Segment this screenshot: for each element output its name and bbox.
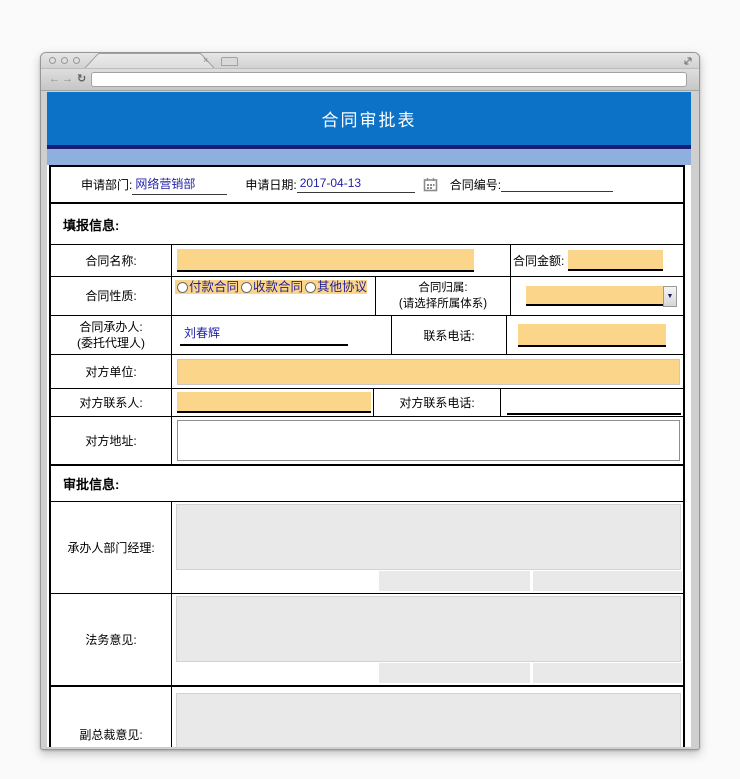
contract-name-input[interactable]	[177, 249, 474, 272]
browser-tab[interactable]	[83, 53, 218, 68]
apply-date-label: 申请日期:	[245, 176, 296, 193]
contract-belong-select-cell: ▼	[511, 277, 683, 315]
contract-name-cell	[172, 245, 511, 276]
browser-content: 合同审批表 申请部门: 网络营销部 申请日期: 2017-04-13	[41, 92, 699, 749]
party-contact-input[interactable]	[177, 392, 371, 413]
browser-toolbar: ← → ↻	[41, 69, 699, 91]
contract-nature-options-cell: 付款合同收款合同其他协议	[172, 277, 376, 315]
handler-row: 合同承办人: (委托代理人) 刘春辉 联系电话:	[51, 316, 683, 355]
vp-opinion-label: 副总裁意见:	[51, 687, 172, 747]
vp-opinion-cell	[172, 687, 683, 747]
radio-pay-contract-label: 付款合同	[189, 280, 239, 294]
close-window-icon[interactable]	[49, 57, 56, 64]
contract-no-value[interactable]	[501, 178, 613, 192]
party-address-cell	[172, 417, 683, 464]
legal-opinion-row: 法务意见:	[51, 594, 683, 687]
browser-window: × ← → ↻ 合同审批表 申请部门: 网络营销部 申请日期:	[40, 52, 700, 750]
party-phone-input[interactable]	[507, 413, 681, 415]
handler-label-cell: 合同承办人: (委托代理人)	[51, 316, 172, 354]
party-unit-row: 对方单位:	[51, 355, 683, 389]
legal-date-field[interactable]	[533, 663, 682, 683]
contract-belong-cell: 合同归属: (请选择所属体系)	[376, 277, 511, 315]
section-fill-info-label: 填报信息:	[63, 215, 119, 234]
contract-nature-row: 合同性质: 付款合同收款合同其他协议 合同归属: (请选择所属体系) ▼	[51, 277, 683, 316]
legal-comment-area[interactable]	[176, 596, 681, 662]
party-phone-label-cell: 对方联系电话:	[374, 389, 501, 416]
page-title: 合同审批表	[322, 106, 417, 131]
contract-nature-label: 合同性质:	[51, 277, 172, 315]
contract-belong-label: 合同归属:	[418, 280, 467, 296]
window-resize-icon[interactable]	[682, 55, 694, 67]
header-subband	[47, 149, 691, 165]
radio-other-agreement[interactable]	[305, 282, 316, 293]
contract-amount-input[interactable]	[568, 250, 663, 271]
back-icon[interactable]: ←	[49, 72, 60, 86]
party-unit-cell	[172, 355, 683, 388]
calendar-icon[interactable]	[423, 177, 438, 192]
contract-no-label: 合同编号:	[450, 176, 501, 193]
dept-manager-comment-area[interactable]	[176, 504, 681, 570]
party-contact-cell	[172, 389, 374, 416]
dept-manager-cell	[172, 502, 683, 593]
legal-sign-field[interactable]	[379, 663, 530, 683]
phone-input-cell	[507, 316, 683, 354]
party-address-label: 对方地址:	[51, 417, 172, 464]
party-contact-label: 对方联系人:	[51, 389, 172, 416]
handler-value[interactable]: 刘春辉	[180, 324, 348, 346]
radio-other-agreement-label: 其他协议	[317, 280, 367, 294]
contract-belong-hint: (请选择所属体系)	[399, 296, 487, 312]
radio-receive-contract[interactable]	[241, 282, 252, 293]
handler-value-cell: 刘春辉	[172, 316, 392, 354]
vp-comment-area[interactable]	[176, 693, 681, 747]
contract-amount-cell: 合同金额:	[511, 245, 683, 276]
page-header: 合同审批表	[47, 92, 691, 145]
section-approve-info-label: 审批信息:	[63, 474, 119, 493]
party-phone-label: 对方联系电话:	[399, 394, 474, 411]
phone-input[interactable]	[518, 324, 666, 347]
contract-approval-page: 合同审批表 申请部门: 网络营销部 申请日期: 2017-04-13	[47, 92, 691, 747]
handler-label: 合同承办人:	[79, 319, 142, 335]
apply-info-row: 申请部门: 网络营销部 申请日期: 2017-04-13 合同编号:	[51, 167, 683, 204]
dept-manager-date-field[interactable]	[533, 571, 682, 591]
phone-label-cell: 联系电话:	[392, 316, 507, 354]
phone-label: 联系电话:	[423, 327, 474, 344]
vp-opinion-row: 副总裁意见:	[51, 687, 683, 747]
zoom-window-icon[interactable]	[73, 57, 80, 64]
dept-manager-row: 承办人部门经理:	[51, 502, 683, 594]
forward-icon[interactable]: →	[62, 72, 73, 86]
refresh-icon[interactable]: ↻	[77, 72, 86, 86]
dept-manager-sign-field[interactable]	[379, 571, 530, 591]
legal-opinion-cell	[172, 594, 683, 685]
contract-name-label: 合同名称:	[51, 245, 172, 276]
dept-manager-label: 承办人部门经理:	[51, 502, 172, 593]
apply-dept-value[interactable]: 网络营销部	[132, 175, 227, 195]
browser-titlebar: ×	[41, 53, 699, 69]
contract-form: 申请部门: 网络营销部 申请日期: 2017-04-13 合同编号:	[49, 165, 685, 747]
minimize-window-icon[interactable]	[61, 57, 68, 64]
window-controls	[49, 57, 80, 64]
new-tab-button[interactable]	[221, 57, 238, 66]
radio-pay-contract[interactable]	[177, 282, 188, 293]
party-unit-input[interactable]	[177, 359, 680, 385]
party-address-textarea[interactable]	[177, 420, 680, 461]
section-fill-info: 填报信息:	[51, 204, 683, 245]
section-approve-info: 审批信息:	[51, 466, 683, 502]
party-contact-row: 对方联系人: 对方联系电话:	[51, 389, 683, 417]
tab-close-icon[interactable]: ×	[203, 56, 208, 65]
dropdown-arrow-icon[interactable]: ▼	[663, 286, 677, 307]
url-input[interactable]	[91, 72, 687, 87]
contract-belong-select[interactable]	[526, 286, 663, 306]
party-address-row: 对方地址:	[51, 417, 683, 466]
handler-sub-label: (委托代理人)	[77, 335, 145, 351]
contract-name-row: 合同名称: 合同金额:	[51, 245, 683, 277]
apply-date-value[interactable]: 2017-04-13	[297, 176, 415, 193]
apply-dept-label: 申请部门:	[81, 176, 132, 193]
contract-amount-label: 合同金额:	[513, 252, 564, 269]
party-phone-cell	[501, 389, 683, 416]
legal-opinion-label: 法务意见:	[51, 594, 172, 685]
radio-receive-contract-label: 收款合同	[253, 280, 303, 294]
party-unit-label: 对方单位:	[51, 355, 172, 388]
